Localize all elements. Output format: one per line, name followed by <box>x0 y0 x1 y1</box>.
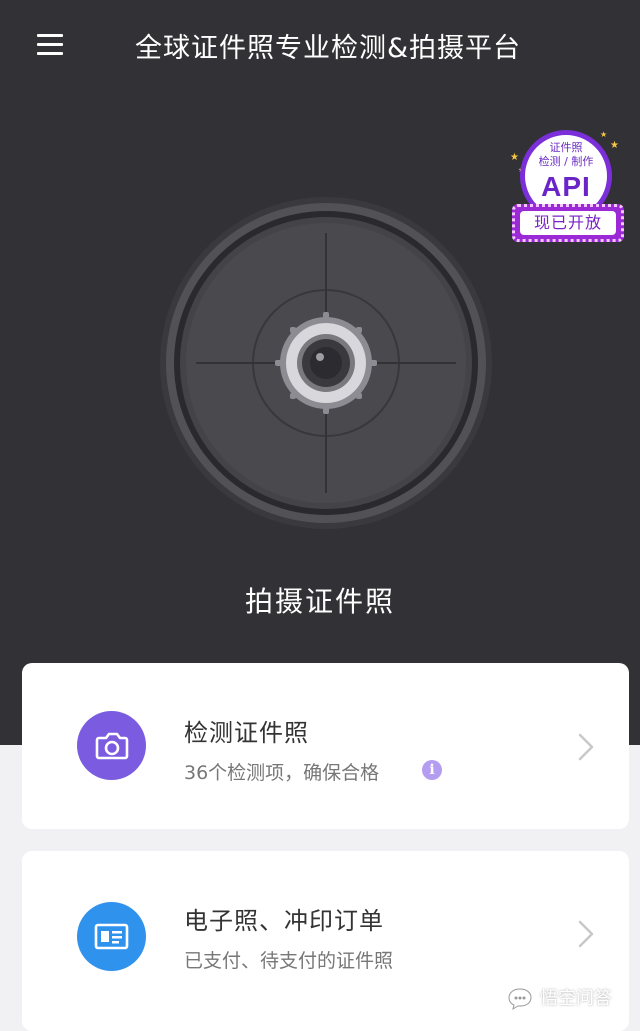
camera-icon <box>77 711 146 780</box>
card-subtitle: 已支付、待支付的证件照 <box>184 950 394 972</box>
chevron-right-icon <box>578 733 594 761</box>
star-icon: ★ <box>600 130 608 139</box>
star-icon: ★ <box>510 152 519 163</box>
star-icon: ★ <box>610 140 619 151</box>
top-bar: 全球证件照专业检测&拍摄平台 <box>0 0 640 92</box>
api-badge-line2: 检测 / 制作 <box>538 155 594 168</box>
info-icon[interactable]: i <box>422 760 442 780</box>
card-title: 电子照、冲印订单 <box>184 907 384 935</box>
api-badge-line1: 证件照 <box>549 141 583 154</box>
chevron-right-icon <box>578 920 594 948</box>
id-card-icon <box>77 902 146 971</box>
api-badge-ribbon: 现已开放 <box>512 204 624 242</box>
watermark: 悟空问答 <box>506 984 612 1014</box>
app-title: 全球证件照专业检测&拍摄平台 <box>134 33 522 64</box>
api-promo-badge[interactable]: ★ ★ ★ ★ 证件照 检测 / 制作 API 现已开放 <box>506 126 632 248</box>
speech-bubble-icon <box>508 988 532 1011</box>
detect-id-photo-card[interactable]: 检测证件照 36个检测项，确保合格 i <box>22 663 629 829</box>
api-badge-title: API <box>541 171 591 202</box>
camera-lens-icon[interactable] <box>159 196 493 530</box>
hero-section: 全球证件照专业检测&拍摄平台 拍摄证件照 ★ ★ ★ 证件照 检测 / 制作 A… <box>0 0 640 745</box>
shoot-id-photo-label[interactable]: 拍摄证件照 <box>0 580 640 620</box>
card-subtitle: 36个检测项，确保合格 <box>184 762 380 784</box>
watermark-text: 悟空问答 <box>540 988 612 1009</box>
card-title: 检测证件照 <box>184 719 309 747</box>
api-badge-ribbon-text: 现已开放 <box>520 211 616 235</box>
